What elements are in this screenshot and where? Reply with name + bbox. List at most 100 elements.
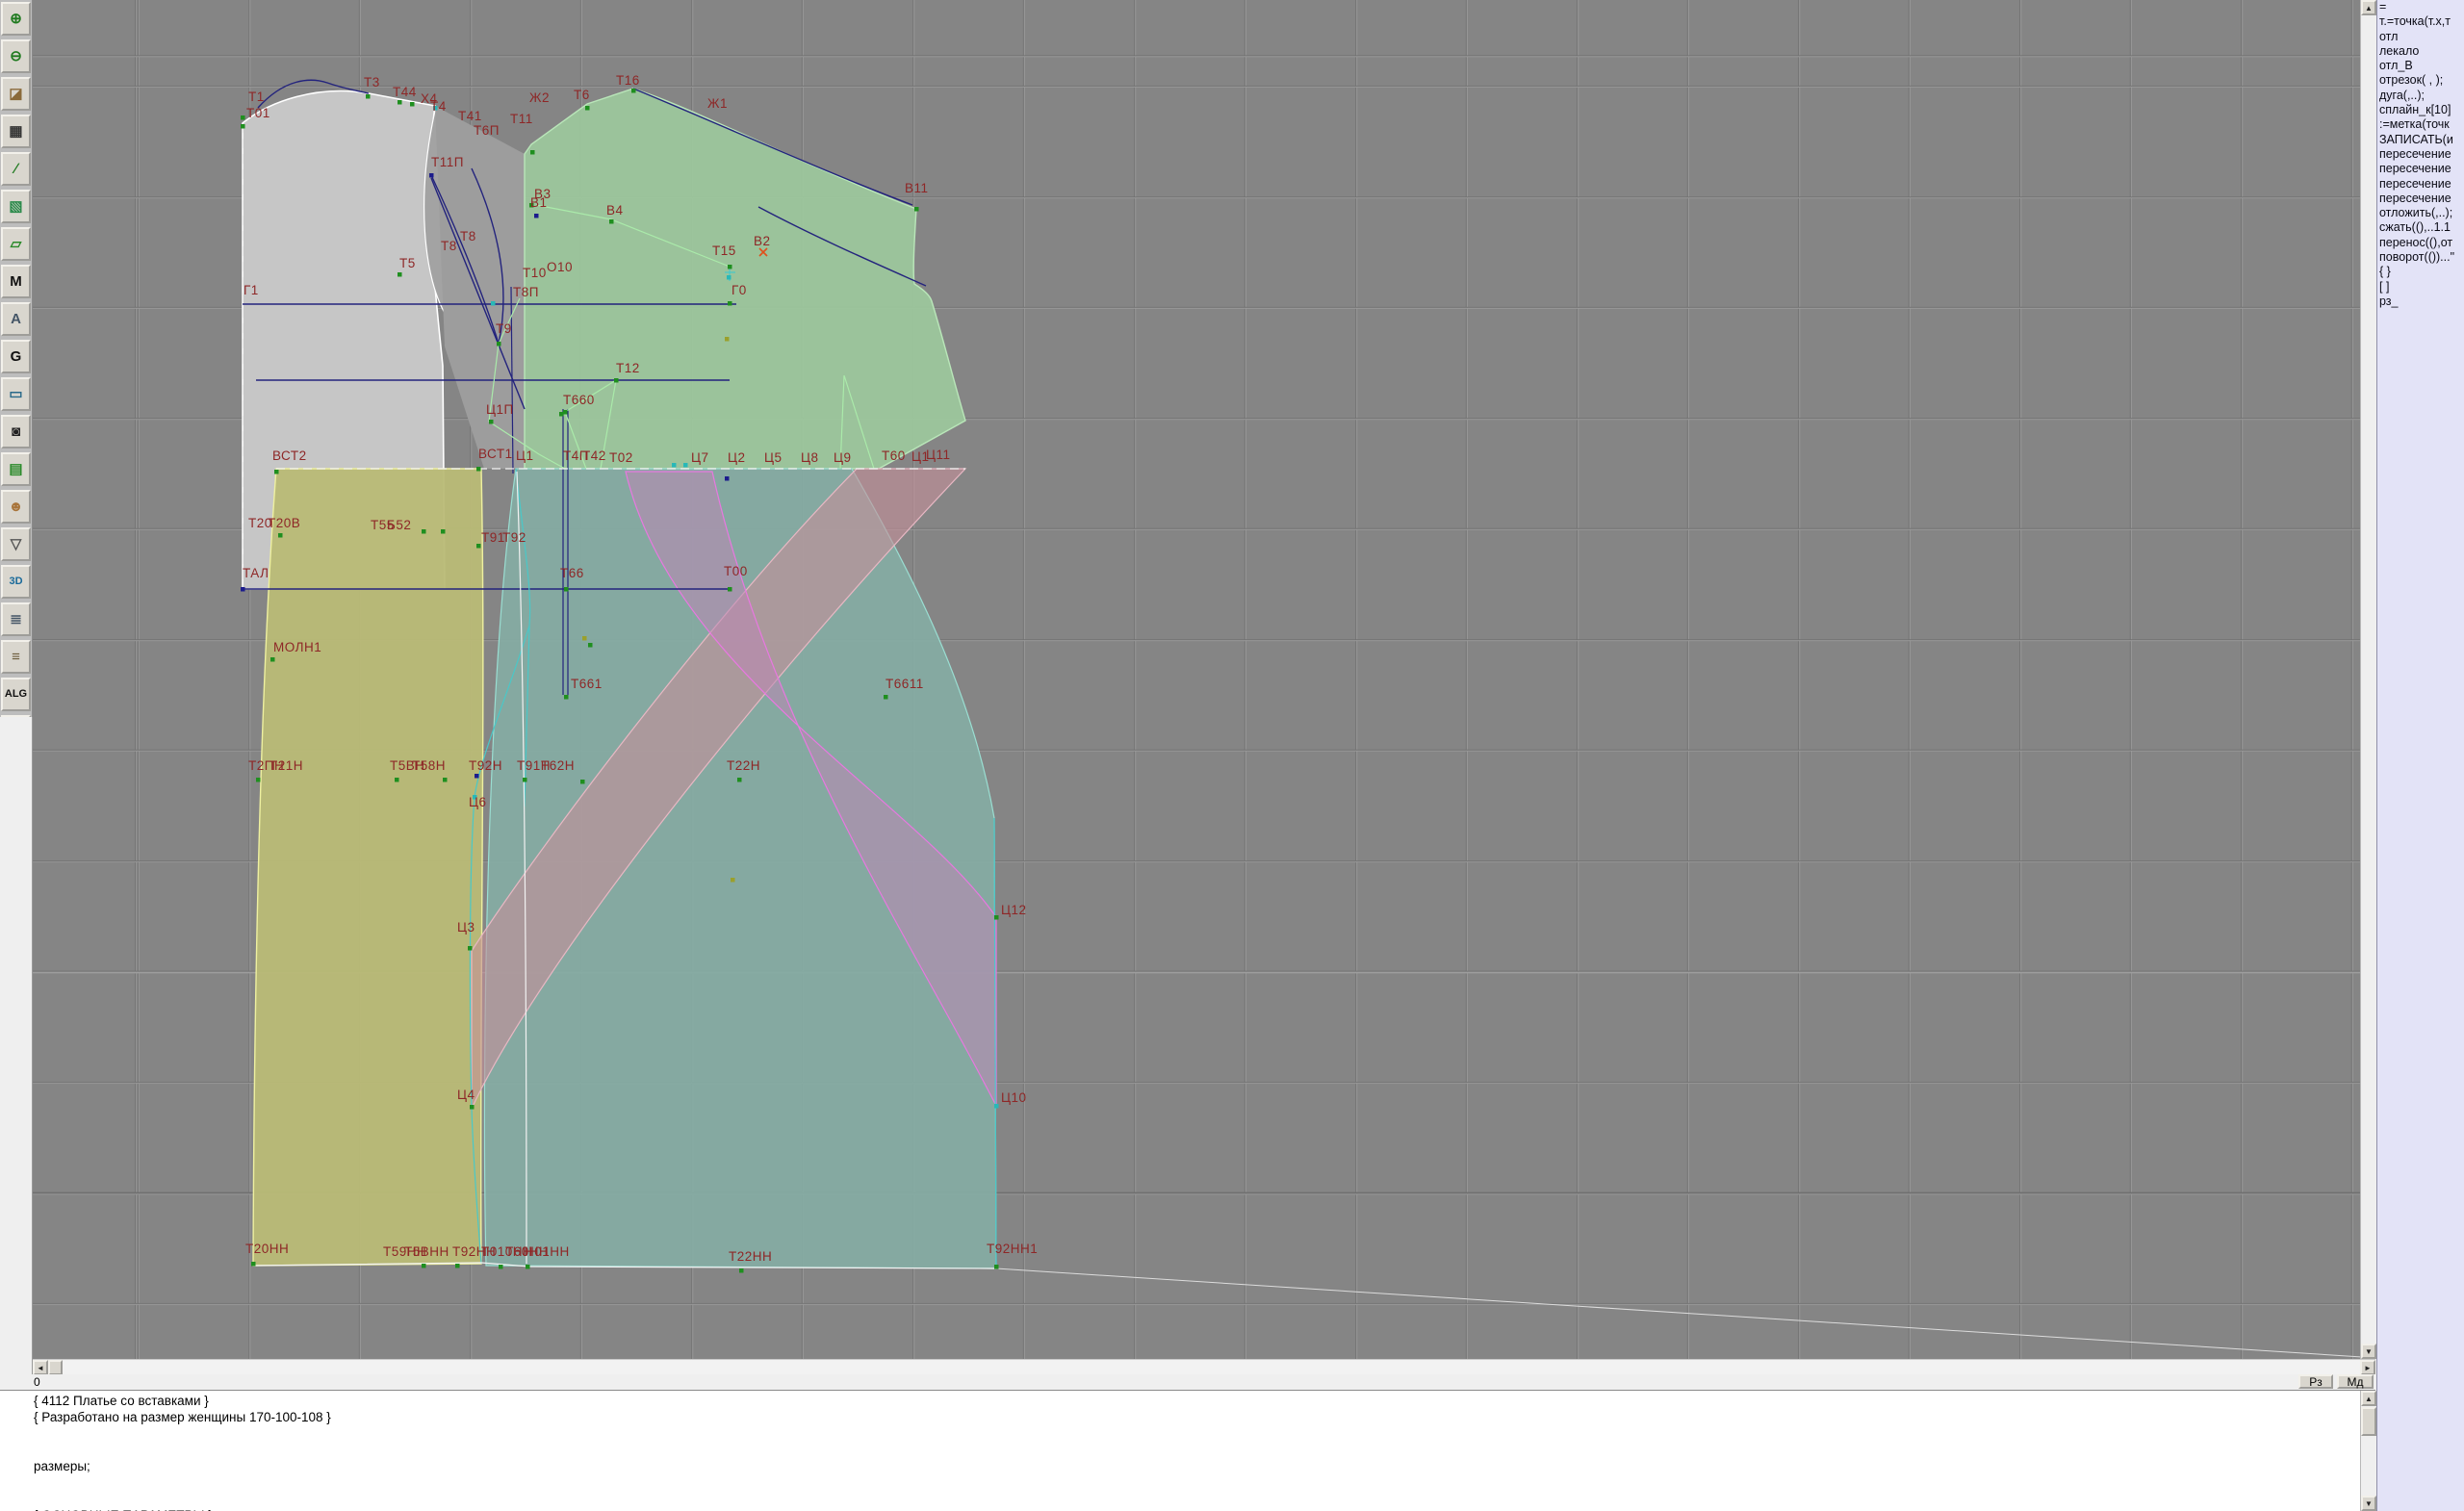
status-value: 0 xyxy=(34,1375,40,1389)
point-label: Т92Н xyxy=(469,758,502,773)
olive-point xyxy=(731,878,735,883)
front-bodice-piece[interactable] xyxy=(524,88,966,470)
point-label: В2 xyxy=(754,234,771,248)
point-label: Т15 xyxy=(712,243,736,258)
green-point xyxy=(422,1264,426,1268)
point-label: Т20НН xyxy=(245,1242,289,1256)
point-label: Т21Н xyxy=(270,758,303,773)
point-label: Ц8 xyxy=(801,450,819,465)
piece-m-icon[interactable]: M xyxy=(1,265,31,298)
scroll-up-icon[interactable]: ▲ xyxy=(2361,0,2376,15)
point-label: Н01НН xyxy=(525,1244,570,1259)
command-line[interactable]: лекало xyxy=(2377,44,2464,59)
piece-preview-icon[interactable]: ◪ xyxy=(1,77,31,111)
image-icon[interactable]: ▧ xyxy=(1,190,31,223)
grid-icon[interactable]: ▦ xyxy=(1,115,31,148)
point-label: Т20В xyxy=(268,516,300,530)
command-line[interactable]: [ ] xyxy=(2377,280,2464,295)
olive-point xyxy=(725,337,730,342)
canvas-hscrollbar[interactable]: ◄ ► xyxy=(33,1359,2375,1375)
command-list-panel[interactable]: = т.=точка(т.х,т отл лекало отл_В отрезок( , … xyxy=(2376,0,2464,1511)
zoom-out-icon[interactable]: ⊖ xyxy=(1,39,31,73)
command-line[interactable]: отл xyxy=(2377,30,2464,44)
point-label: О10 xyxy=(547,260,573,274)
green-point xyxy=(631,89,636,93)
cyan-point xyxy=(672,463,677,468)
command-line[interactable]: = xyxy=(2377,0,2464,14)
green-point xyxy=(588,643,593,648)
point-label: Т00 xyxy=(724,564,748,578)
piece-outline-icon[interactable]: ▱ xyxy=(1,227,31,261)
command-line[interactable]: отрезок( , ); xyxy=(2377,73,2464,88)
command-line[interactable]: { } xyxy=(2377,265,2464,279)
text-list-icon[interactable]: ≣ xyxy=(1,602,31,636)
stray-construction-line xyxy=(995,1268,2360,1358)
editor-scroll-down-icon[interactable]: ▼ xyxy=(2361,1496,2376,1511)
green-point xyxy=(609,219,614,224)
camera-icon[interactable]: ◙ xyxy=(1,415,31,448)
command-line[interactable]: ЗАПИСАТЬ(и xyxy=(2377,133,2464,147)
editor-scroll-up-icon[interactable]: ▲ xyxy=(2361,1391,2376,1406)
point-label: Ц3 xyxy=(457,920,475,935)
editor-line: { 4112 Платье со вставками } xyxy=(34,1394,209,1408)
point-label: Т8 xyxy=(460,229,476,243)
command-line[interactable]: перенос((),от xyxy=(2377,236,2464,250)
point-label: Т3 xyxy=(364,75,380,90)
model-photo-icon[interactable]: ☻ xyxy=(1,490,31,524)
green-point xyxy=(728,587,732,592)
canvas-vscrollbar[interactable]: ▲ ▼ xyxy=(2360,0,2377,1359)
program-text-editor[interactable]: { 4112 Платье со вставками } { Разработан… xyxy=(0,1391,2360,1511)
editor-vscroll-thumb[interactable] xyxy=(2361,1407,2376,1436)
zoom-in-icon[interactable]: ⊕ xyxy=(1,2,31,36)
g-tool-icon[interactable]: G xyxy=(1,340,31,373)
green-point xyxy=(398,100,402,105)
green-point xyxy=(274,470,279,474)
command-line[interactable]: пересечение xyxy=(2377,162,2464,176)
green-point xyxy=(530,150,535,155)
pattern-canvas[interactable]: Т1 Т01 Т3 Т44 Х4 Т4 Т41 Т6П Т11 Ж2 Т6 Т16 Ж1 Т11П В3 В1… xyxy=(33,0,2360,1359)
command-line[interactable]: поворот(())..." xyxy=(2377,250,2464,265)
point-label: Ц1 xyxy=(516,448,534,463)
point-label: Т42 xyxy=(582,448,606,463)
command-line[interactable]: пересечение xyxy=(2377,147,2464,162)
md-button[interactable]: Мд xyxy=(2337,1374,2374,1389)
command-line[interactable]: т.=точка(т.х,т xyxy=(2377,14,2464,29)
drafting-compass-icon[interactable]: A xyxy=(1,302,31,336)
command-line[interactable]: сжать((),..1.1 xyxy=(2377,220,2464,235)
rz-button[interactable]: Рз xyxy=(2298,1374,2333,1389)
point-label: Т62Н xyxy=(541,758,575,773)
garment-sketch-icon[interactable]: ▽ xyxy=(1,527,31,561)
green-point xyxy=(476,544,481,549)
green-point xyxy=(441,529,446,534)
point-label: ВСТ2 xyxy=(272,448,307,463)
point-label: Т661 xyxy=(571,677,603,691)
scroll-down-icon[interactable]: ▼ xyxy=(2361,1344,2376,1359)
hscroll-thumb[interactable] xyxy=(48,1360,63,1375)
dress-pattern-drawing: Т1Т01Т3Т44 Х4Т4Т41Т6ПТ11Ж2 Т6Т16Ж1Т11ПВ3В1… xyxy=(241,73,2360,1358)
command-line[interactable]: отл_В xyxy=(2377,59,2464,73)
point-label: Т44 xyxy=(393,85,417,99)
measure-line-icon[interactable]: ∕ xyxy=(1,152,31,186)
cyan-point xyxy=(994,1104,999,1109)
algorithm-doc-icon[interactable]: ALG xyxy=(1,678,31,711)
books-icon[interactable]: ≡ xyxy=(1,640,31,674)
point-label: Ц6 xyxy=(469,795,487,809)
green-point xyxy=(241,115,245,120)
point-label: В1 xyxy=(530,195,548,210)
report-table-icon[interactable]: ▤ xyxy=(1,452,31,486)
command-line[interactable]: рз_ xyxy=(2377,295,2464,309)
skirt-side-panel-yellow[interactable] xyxy=(252,468,484,1267)
view-3d-icon[interactable]: 3D xyxy=(1,565,31,599)
scroll-left-icon[interactable]: ◄ xyxy=(33,1360,48,1375)
command-line[interactable]: сплайн_к[10] xyxy=(2377,103,2464,117)
command-line[interactable]: пересечение xyxy=(2377,177,2464,192)
ruler-icon[interactable]: ▭ xyxy=(1,377,31,411)
command-line[interactable]: :=метка(точк xyxy=(2377,117,2464,132)
command-line[interactable]: пересечение xyxy=(2377,192,2464,206)
green-point xyxy=(994,1265,999,1269)
editor-vscrollbar[interactable]: ▲ ▼ xyxy=(2360,1391,2377,1511)
command-line[interactable]: дуга(,..); xyxy=(2377,89,2464,103)
point-label: Т16 xyxy=(616,73,640,88)
scroll-right-icon[interactable]: ► xyxy=(2360,1360,2375,1375)
command-line[interactable]: отложить(,..); xyxy=(2377,206,2464,220)
